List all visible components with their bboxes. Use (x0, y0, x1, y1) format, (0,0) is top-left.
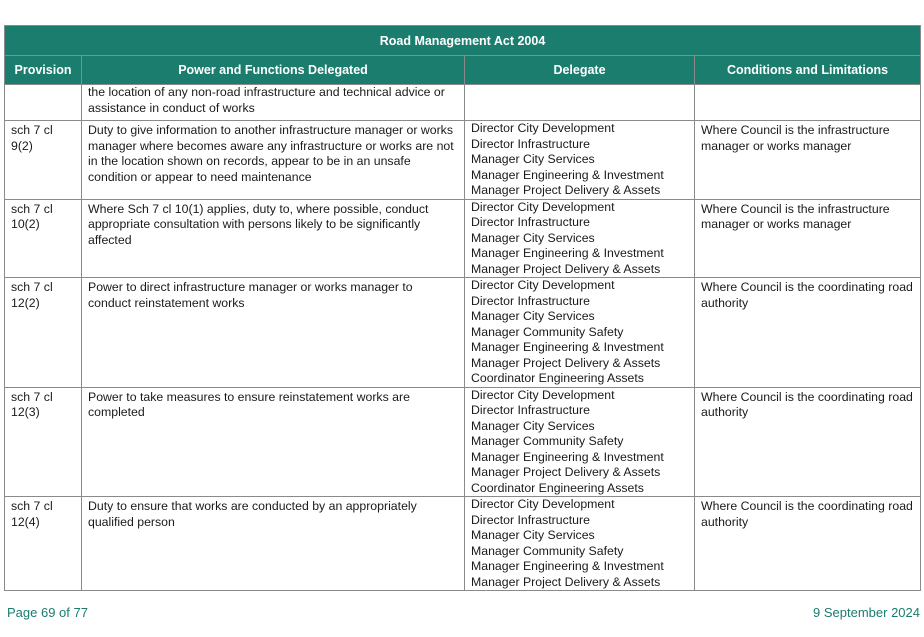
delegate-cell (464, 84, 695, 121)
table-row: sch 7 cl 10(2) Where Sch 7 cl 10(1) appl… (4, 198, 921, 278)
table-title: Road Management Act 2004 (4, 25, 921, 56)
power-cell: Duty to give information to another infr… (81, 120, 465, 200)
delegate-item: Manager City Services (471, 418, 595, 433)
delegate-item: Manager Engineering & Investment (471, 340, 664, 354)
delegate-cell: Director City Development Director Infra… (464, 386, 695, 497)
power-cell: the location of any non-road infrastruct… (81, 84, 465, 121)
delegate-item: Manager Project Delivery & Assets (471, 465, 661, 479)
power-cell: Power to direct infrastructure manager o… (81, 277, 465, 388)
table-row: sch 7 cl 12(3) Power to take measures to… (4, 386, 921, 497)
document-date: 9 September 2024 (813, 605, 920, 620)
delegate-cell: Director City Development Director Infra… (464, 277, 695, 388)
conditions-cell: Where Council is the coordinating road a… (694, 277, 921, 388)
delegate-item: Director City Development (471, 121, 615, 135)
delegate-item: Manager City Services (471, 309, 595, 323)
delegate-item: Manager Community Safety (471, 543, 624, 558)
table-row-continuation: the location of any non-road infrastruct… (4, 84, 921, 121)
conditions-cell: Where Council is the coordinating road a… (694, 496, 921, 591)
provision-cell: sch 7 cl 12(3) (4, 386, 82, 497)
provision-cell (4, 84, 82, 121)
delegate-item: Manager City Services (471, 152, 595, 166)
delegate-item: Manager Engineering & Investment (471, 246, 664, 260)
delegate-item: Manager Engineering & Investment (471, 167, 664, 182)
delegate-cell: Director City Development Director Infra… (464, 198, 695, 278)
delegate-item: Manager Project Delivery & Assets (471, 261, 661, 276)
provision-cell: sch 7 cl 10(2) (4, 198, 82, 278)
conditions-cell: Where Council is the infrastructure mana… (694, 198, 921, 278)
header-power: Power and Functions Delegated (81, 55, 465, 85)
power-cell: Duty to ensure that works are conducted … (81, 496, 465, 591)
delegate-cell: Director City Development Director Infra… (464, 496, 695, 591)
table-row: sch 7 cl 12(2) Power to direct infrastru… (4, 277, 921, 388)
delegate-item: Manager Community Safety (471, 434, 624, 448)
delegate-item: Manager Project Delivery & Assets (471, 574, 661, 589)
table-row: sch 7 cl 12(4) Duty to ensure that works… (4, 496, 921, 591)
delegate-item: Director City Development (471, 387, 615, 402)
delegate-item: Director Infrastructure (471, 136, 590, 151)
delegate-item: Director Infrastructure (471, 215, 590, 229)
delegate-item: Director Infrastructure (471, 512, 590, 527)
delegate-item: Coordinator Engineering Assets (471, 371, 644, 385)
delegate-cell: Director City Development Director Infra… (464, 120, 695, 200)
conditions-cell (694, 84, 921, 121)
delegate-item: Manager City Services (471, 230, 595, 245)
power-cell: Power to take measures to ensure reinsta… (81, 386, 465, 497)
delegate-item: Manager Community Safety (471, 324, 624, 339)
header-delegate: Delegate (464, 55, 695, 85)
delegate-item: Director City Development (471, 278, 615, 292)
delegate-item: Director City Development (471, 199, 615, 214)
power-cell: Where Sch 7 cl 10(1) applies, duty to, w… (81, 198, 465, 278)
delegate-item: Manager Engineering & Investment (471, 559, 664, 573)
page-number: Page 69 of 77 (7, 605, 88, 620)
conditions-cell: Where Council is the infrastructure mana… (694, 120, 921, 200)
delegation-table-wrapper: Road Management Act 2004 Provision Power… (4, 25, 921, 591)
delegate-item: Director Infrastructure (471, 403, 590, 417)
delegate-item: Director Infrastructure (471, 293, 590, 308)
conditions-cell: Where Council is the coordinating road a… (694, 386, 921, 497)
delegate-item: Manager Engineering & Investment (471, 449, 664, 464)
header-conditions: Conditions and Limitations (694, 55, 921, 85)
provision-cell: sch 7 cl 12(4) (4, 496, 82, 591)
delegate-item: Coordinator Engineering Assets (471, 480, 644, 495)
provision-cell: sch 7 cl 9(2) (4, 120, 82, 200)
delegate-item: Director City Development (471, 497, 615, 511)
header-provision: Provision (4, 55, 82, 85)
provision-cell: sch 7 cl 12(2) (4, 277, 82, 388)
delegate-item: Manager Project Delivery & Assets (471, 355, 661, 370)
table-row: sch 7 cl 9(2) Duty to give information t… (4, 120, 921, 200)
delegate-item: Manager Project Delivery & Assets (471, 183, 661, 197)
delegate-item: Manager City Services (471, 528, 595, 542)
delegation-table: Road Management Act 2004 Provision Power… (4, 25, 921, 591)
